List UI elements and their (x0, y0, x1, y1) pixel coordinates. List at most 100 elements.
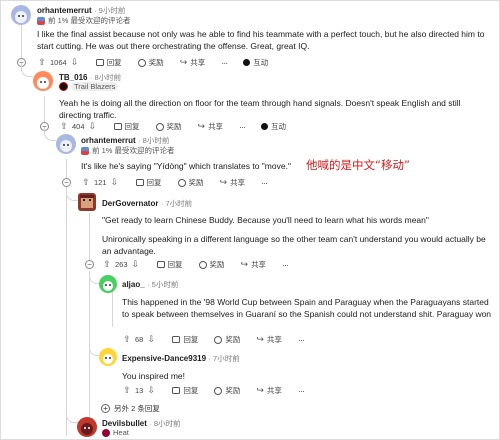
interact-button[interactable]: 互动 (243, 57, 268, 68)
top-commenter-badge-icon (81, 146, 89, 155)
avatar-snoo-icon (60, 140, 72, 152)
comment-body: It's like he's saying "Yídòng" which tra… (81, 161, 291, 171)
avatar-snoo-icon (81, 423, 93, 435)
share-button[interactable]: ↪ 共享 (241, 259, 267, 270)
award-button[interactable]: 奖励 (137, 57, 164, 68)
reply-button[interactable]: 回复 (172, 334, 198, 345)
timestamp[interactable]: 8小时前 (94, 73, 121, 82)
collapse-button[interactable]: − (62, 178, 71, 187)
vote-group: ⇧ 263 ⇩ (102, 259, 141, 270)
vote-count: 1064 (50, 58, 67, 67)
more-button[interactable]: ··· (239, 122, 246, 132)
award-button[interactable]: 奖励 (177, 177, 204, 188)
award-icon (198, 260, 207, 269)
flair-text: Heat (113, 428, 129, 437)
expand-icon: + (101, 404, 110, 413)
award-button[interactable]: 奖励 (214, 385, 240, 396)
share-icon: ↪ (256, 334, 264, 344)
username[interactable]: DerGovernator (102, 199, 158, 208)
reply-button[interactable]: 回复 (172, 385, 198, 396)
reply-button[interactable]: 回复 (135, 177, 162, 188)
interact-button[interactable]: 互动 (261, 121, 286, 132)
downvote-icon[interactable]: ⇩ (146, 334, 156, 345)
avatar[interactable] (99, 348, 117, 366)
username[interactable]: TB_016 (59, 73, 87, 82)
username[interactable]: aljao_ (122, 280, 145, 289)
share-label: 共享 (266, 335, 282, 344)
share-label: 共享 (266, 386, 282, 395)
avatar[interactable] (56, 134, 76, 154)
avatar[interactable] (11, 5, 31, 25)
thread-line-2[interactable] (44, 96, 45, 122)
reply-button[interactable]: 回复 (113, 121, 140, 132)
award-button[interactable]: 奖励 (198, 259, 225, 270)
thread-line-5[interactable] (112, 287, 113, 327)
share-icon: ↪ (256, 385, 264, 395)
timestamp[interactable]: 5小时前 (152, 280, 179, 289)
more-button[interactable]: ··· (298, 386, 305, 396)
downvote-icon[interactable]: ⇩ (88, 121, 98, 132)
award-icon (137, 58, 146, 67)
more-button[interactable]: ··· (261, 177, 268, 188)
reply-icon (172, 336, 181, 343)
downvote-icon[interactable]: ⇩ (146, 385, 156, 396)
downvote-icon[interactable]: ⇩ (70, 57, 80, 68)
upvote-icon[interactable]: ⇧ (102, 259, 112, 270)
timestamp[interactable]: 7小时前 (165, 199, 192, 208)
vote-group: ⇧ 1064 ⇩ (37, 57, 80, 68)
award-button[interactable]: 奖励 (155, 121, 182, 132)
more-icon: ··· (261, 177, 268, 188)
username[interactable]: orhantemerrut (81, 136, 136, 145)
avatar[interactable] (78, 193, 96, 211)
more-button[interactable]: ··· (282, 259, 289, 270)
comment-body: You inspired me! (122, 371, 186, 381)
username[interactable]: Expensive-Dance9319 (122, 354, 206, 363)
upvote-icon[interactable]: ⇧ (37, 57, 47, 68)
downvote-icon[interactable]: ⇩ (110, 177, 120, 188)
downvote-icon[interactable]: ⇩ (131, 259, 141, 270)
award-label: 奖励 (225, 386, 241, 395)
upvote-icon[interactable]: ⇧ (122, 385, 132, 396)
upvote-icon[interactable]: ⇧ (59, 121, 69, 132)
more-button[interactable]: ··· (221, 58, 228, 68)
share-button[interactable]: ↪ 共享 (220, 177, 246, 188)
avatar[interactable] (77, 417, 97, 437)
share-button[interactable]: ↪ 共享 (256, 385, 282, 396)
share-label: 共享 (208, 122, 224, 131)
username[interactable]: orhantemerrut (37, 6, 92, 15)
collapse-button[interactable]: − (85, 260, 94, 269)
comment-body: Unironically speaking in a different lan… (102, 234, 486, 256)
reply-label: 回复 (183, 386, 199, 395)
timestamp[interactable]: 9小时前 (99, 6, 126, 15)
vote-count: 68 (135, 335, 144, 344)
thread-line-1[interactable] (21, 23, 22, 63)
more-icon: ··· (282, 259, 289, 270)
upvote-icon[interactable]: ⇧ (81, 177, 91, 188)
more-replies-link[interactable]: + 另外 2 条回复 (101, 403, 160, 414)
timestamp[interactable]: 7小时前 (213, 354, 240, 363)
interact-icon (243, 59, 251, 66)
comment-header: aljao_ · 5小时前 (122, 280, 179, 289)
vote-count: 121 (94, 178, 107, 187)
share-button[interactable]: ↪ 共享 (198, 121, 224, 132)
username[interactable]: Devilsbullet (102, 419, 147, 428)
avatar[interactable] (33, 71, 53, 91)
thread-line-6[interactable] (66, 191, 67, 436)
reply-button[interactable]: 回复 (156, 259, 183, 270)
more-button[interactable]: ··· (298, 335, 305, 345)
timestamp[interactable]: 8小时前 (143, 136, 170, 145)
timestamp[interactable]: 8小时前 (154, 419, 181, 428)
upvote-icon[interactable]: ⇧ (122, 334, 132, 345)
reply-button[interactable]: 回复 (95, 57, 122, 68)
share-button[interactable]: ↪ 共享 (256, 334, 282, 345)
reply-label: 回复 (146, 178, 162, 187)
interact-icon (261, 123, 269, 130)
thread-line-3[interactable] (66, 159, 67, 179)
avatar[interactable] (99, 275, 117, 293)
reply-icon (156, 261, 165, 268)
award-button[interactable]: 奖励 (214, 334, 240, 345)
thread-line-4[interactable] (89, 213, 90, 265)
interact-label: 互动 (253, 58, 269, 67)
share-label: 共享 (230, 178, 246, 187)
share-button[interactable]: ↪ 共享 (180, 57, 206, 68)
